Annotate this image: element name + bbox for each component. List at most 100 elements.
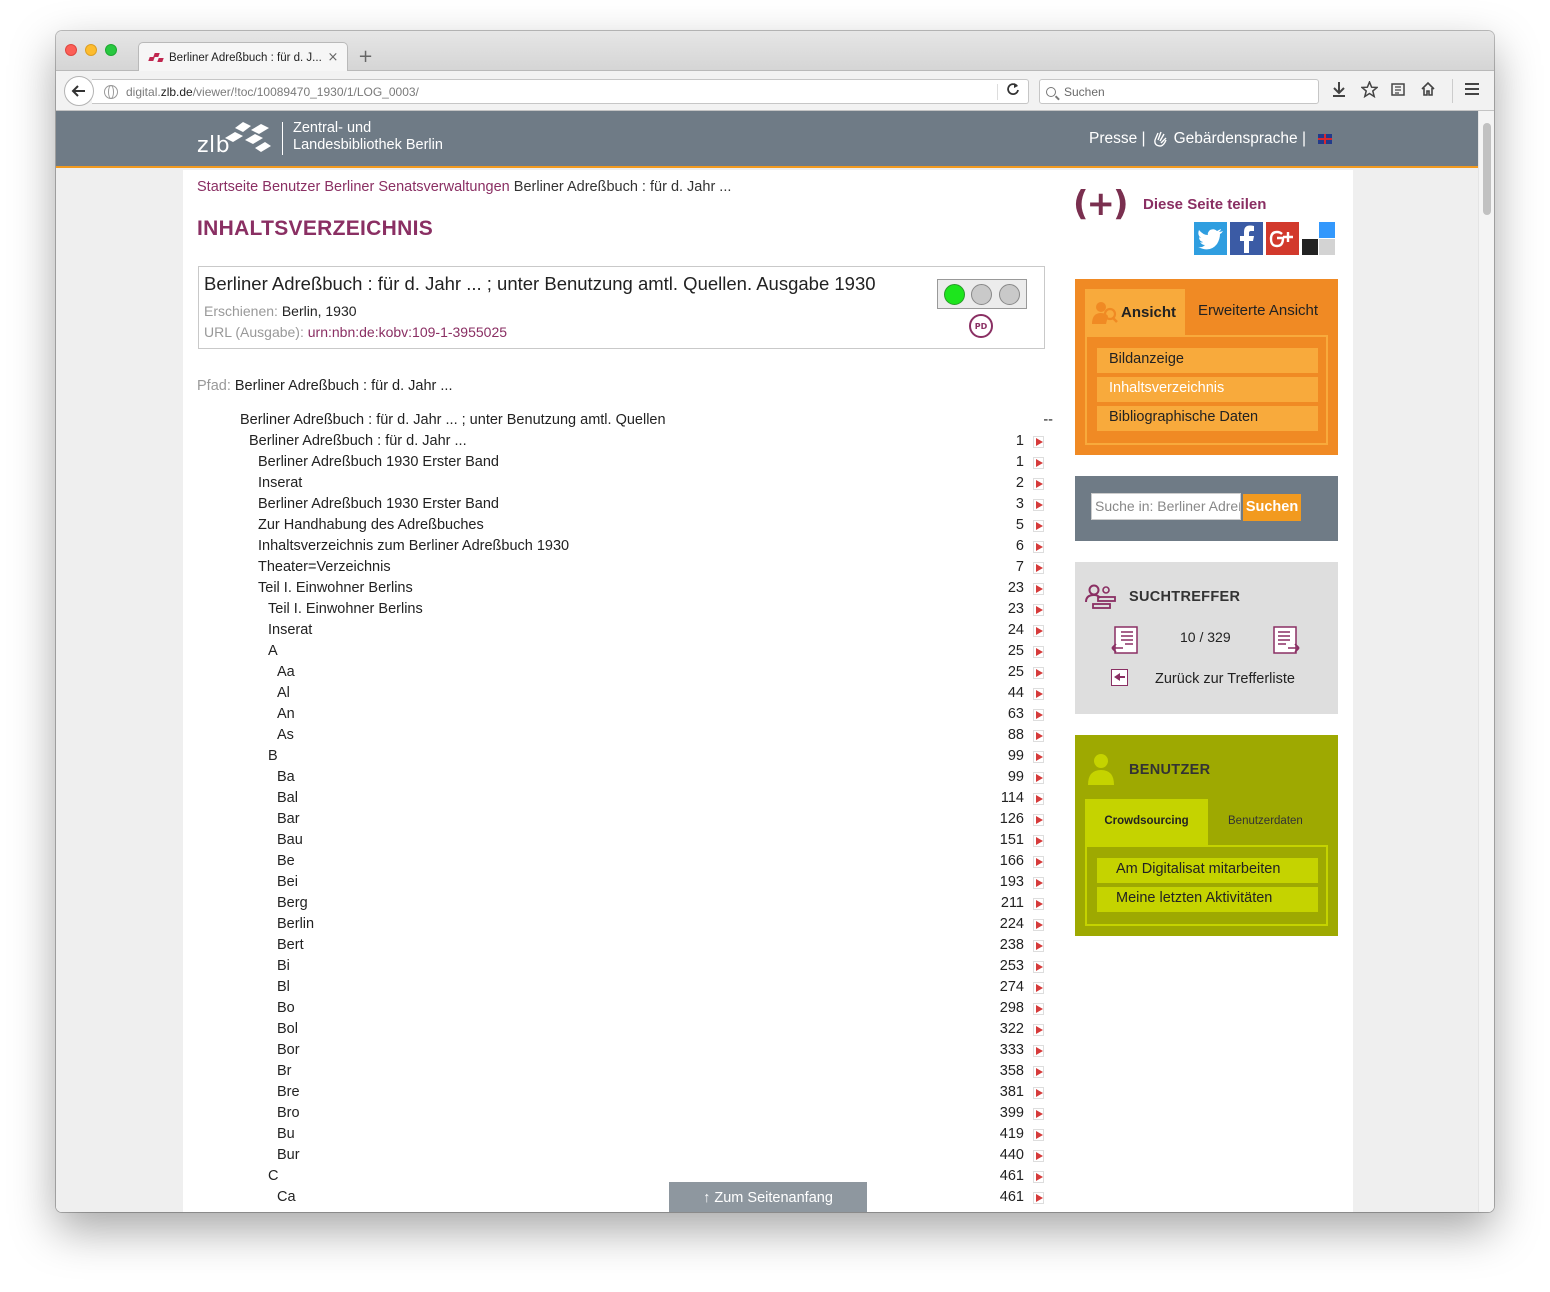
toc-row[interactable]: Bur 440 <box>183 1145 1053 1166</box>
url-text[interactable]: digital.zlb.de/viewer/!toc/10089470_1930… <box>126 85 419 99</box>
toc-row[interactable]: Ca 461 <box>183 1187 1053 1208</box>
tab-close-icon[interactable]: × <box>327 50 339 65</box>
toc-entry-label[interactable]: Inserat <box>268 622 312 638</box>
toc-entry-label[interactable]: Bor <box>277 1042 300 1058</box>
toc-row[interactable]: C 461 <box>183 1166 1053 1187</box>
open-page-arrow-icon[interactable] <box>1033 1192 1044 1204</box>
open-page-arrow-icon[interactable] <box>1033 1003 1044 1015</box>
toc-entry-label[interactable]: Bu <box>277 1126 295 1142</box>
open-page-arrow-icon[interactable] <box>1033 1024 1044 1036</box>
toc-entry-label[interactable]: As <box>277 727 294 743</box>
toc-row[interactable]: Berliner Adreßbuch : für d. Jahr ... ; u… <box>183 410 1053 431</box>
delicious-icon[interactable] <box>1302 222 1335 255</box>
toc-entry-label[interactable]: Al <box>277 685 290 701</box>
back-to-results-link[interactable]: Zurück zur Trefferliste <box>1155 671 1295 687</box>
toc-entry-label[interactable]: Zur Handhabung des Adreßbuches <box>258 517 484 533</box>
toc-entry-label[interactable]: Bi <box>277 958 290 974</box>
previous-hit-icon[interactable] <box>1111 626 1139 654</box>
menu-item-mitarbeiten[interactable]: Am Digitalisat mitarbeiten <box>1097 858 1318 883</box>
toc-row[interactable]: Zur Handhabung des Adreßbuches 5 <box>183 515 1053 536</box>
toc-row[interactable]: Berlin 224 <box>183 914 1053 935</box>
toc-row[interactable]: Ba 99 <box>183 767 1053 788</box>
toc-entry-label[interactable]: Ba <box>277 769 295 785</box>
toc-row[interactable]: Bal 114 <box>183 788 1053 809</box>
open-page-arrow-icon[interactable] <box>1033 1066 1044 1078</box>
open-page-arrow-icon[interactable] <box>1033 625 1044 637</box>
toc-entry-label[interactable]: A <box>268 643 278 659</box>
toc-entry-label[interactable]: C <box>268 1168 278 1184</box>
open-page-arrow-icon[interactable] <box>1033 709 1044 721</box>
toc-entry-label[interactable]: Inhaltsverzeichnis zum Berliner Adreßbuc… <box>258 538 569 554</box>
breadcrumb-benutzer[interactable]: Benutzer <box>262 179 320 195</box>
toc-entry-label[interactable]: Bur <box>277 1147 300 1163</box>
minimize-window-icon[interactable] <box>85 44 97 56</box>
back-to-top-button[interactable]: ↑ Zum Seitenanfang <box>669 1182 867 1212</box>
menu-item-bildanzeige[interactable]: Bildanzeige <box>1097 348 1318 373</box>
toc-row[interactable]: Inserat 24 <box>183 620 1053 641</box>
breadcrumb-senatsverwaltungen[interactable]: Berliner Senatsverwaltungen <box>324 179 509 195</box>
search-button[interactable]: Suchen <box>1243 494 1301 521</box>
hamburger-menu-icon[interactable] <box>1462 81 1482 101</box>
open-page-arrow-icon[interactable] <box>1033 688 1044 700</box>
open-page-arrow-icon[interactable] <box>1033 562 1044 574</box>
toc-entry-label[interactable]: Berg <box>277 895 308 911</box>
open-page-arrow-icon[interactable] <box>1033 793 1044 805</box>
home-icon[interactable] <box>1418 81 1438 102</box>
open-page-arrow-icon[interactable] <box>1033 667 1044 679</box>
toc-row[interactable]: Teil I. Einwohner Berlins 23 <box>183 599 1053 620</box>
open-page-arrow-icon[interactable] <box>1033 1129 1044 1141</box>
toc-row[interactable]: Theater=Verzeichnis 7 <box>183 557 1053 578</box>
open-page-arrow-icon[interactable] <box>1033 1087 1044 1099</box>
toc-entry-label[interactable]: Bert <box>277 937 304 953</box>
toc-row[interactable]: Bol 322 <box>183 1019 1053 1040</box>
toc-row[interactable]: Bre 381 <box>183 1082 1053 1103</box>
open-page-arrow-icon[interactable] <box>1033 457 1044 469</box>
browser-tab-active[interactable]: Berliner Adreßbuch : für d. J... × <box>138 42 348 72</box>
menu-item-bibliographische-daten[interactable]: Bibliographische Daten <box>1097 406 1318 431</box>
tab-benutzerdaten[interactable]: Benutzerdaten <box>1228 815 1303 827</box>
open-page-arrow-icon[interactable] <box>1033 898 1044 910</box>
address-bar[interactable]: digital.zlb.de/viewer/!toc/10089470_1930… <box>92 79 1029 104</box>
open-page-arrow-icon[interactable] <box>1033 604 1044 616</box>
toc-entry-label[interactable]: Bal <box>277 790 298 806</box>
open-page-arrow-icon[interactable] <box>1033 478 1044 490</box>
toc-entry-label[interactable]: Bro <box>277 1105 300 1121</box>
toc-entry-label[interactable]: Teil I. Einwohner Berlins <box>258 580 413 596</box>
toc-entry-label[interactable]: Berliner Adreßbuch : für d. Jahr ... ; u… <box>240 412 666 428</box>
toc-row[interactable]: Br 358 <box>183 1061 1053 1082</box>
toc-entry-label[interactable]: Berliner Adreßbuch : für d. Jahr ... <box>249 433 467 449</box>
bookmark-star-icon[interactable] <box>1359 79 1379 103</box>
toc-row[interactable]: Bo 298 <box>183 998 1053 1019</box>
toc-entry-label[interactable]: Berlin <box>277 916 314 932</box>
toc-row[interactable]: Aa 25 <box>183 662 1053 683</box>
open-page-arrow-icon[interactable] <box>1033 940 1044 952</box>
zoom-window-icon[interactable] <box>105 44 117 56</box>
toc-entry-label[interactable]: Br <box>277 1063 292 1079</box>
open-page-arrow-icon[interactable] <box>1033 919 1044 931</box>
back-button[interactable] <box>64 76 94 106</box>
toc-row[interactable]: Berliner Adreßbuch 1930 Erster Band 3 <box>183 494 1053 515</box>
scrollbar-thumb[interactable] <box>1483 123 1491 215</box>
open-page-arrow-icon[interactable] <box>1033 646 1044 658</box>
search-in-document-input[interactable]: Suche in: Berliner Adreßbuch <box>1091 493 1241 520</box>
uk-flag-icon[interactable] <box>1318 134 1332 144</box>
toc-row[interactable]: Bau 151 <box>183 830 1053 851</box>
toc-entry-label[interactable]: Bre <box>277 1084 300 1100</box>
toc-entry-label[interactable]: Berliner Adreßbuch 1930 Erster Band <box>258 496 499 512</box>
open-page-arrow-icon[interactable] <box>1033 814 1044 826</box>
toc-entry-label[interactable]: Be <box>277 853 295 869</box>
toc-row[interactable]: Berliner Adreßbuch 1930 Erster Band 1 <box>183 452 1053 473</box>
toc-row[interactable]: Berg 211 <box>183 893 1053 914</box>
close-window-icon[interactable] <box>65 44 77 56</box>
open-page-arrow-icon[interactable] <box>1033 730 1044 742</box>
toc-entry-label[interactable]: Ca <box>277 1189 296 1205</box>
public-domain-icon[interactable]: PD <box>969 314 993 338</box>
breadcrumb-startseite[interactable]: Startseite <box>197 179 258 195</box>
open-page-arrow-icon[interactable] <box>1033 961 1044 973</box>
open-page-arrow-icon[interactable] <box>1033 583 1044 595</box>
toc-entry-label[interactable]: Bar <box>277 811 300 827</box>
downloads-icon[interactable] <box>1329 81 1349 102</box>
menu-item-inhaltsverzeichnis[interactable]: Inhaltsverzeichnis <box>1097 377 1318 402</box>
open-page-arrow-icon[interactable] <box>1033 751 1044 763</box>
twitter-icon[interactable] <box>1194 222 1227 255</box>
